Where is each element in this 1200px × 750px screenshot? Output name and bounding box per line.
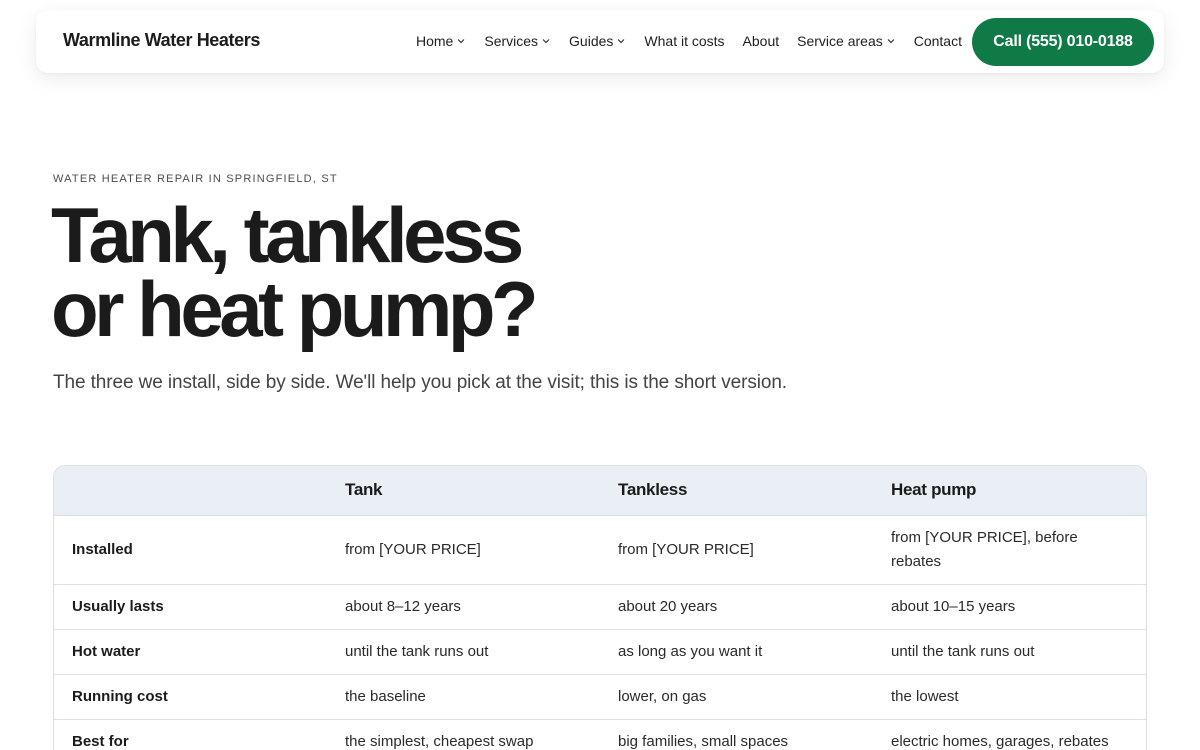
table-cell: electric homes, garages, rebates [873,718,1146,750]
table-cell: from [YOUR PRICE] [600,514,873,584]
hero-subtitle: The three we install, side by side. We'l… [53,372,787,393]
column-header-heat-pump: Heat pump [891,480,977,500]
nav-item-guides[interactable]: Guides [569,33,626,49]
chevron-down-icon [617,39,625,44]
nav-item-what-it-costs[interactable]: What it costs [644,33,724,49]
top-nav: Warmline Water Heaters Home Services Gui… [36,10,1164,73]
comparison-table: Tank Tankless Heat pump Installed from [… [53,465,1147,750]
table-row: Usually lasts about 8–12 years about 20 … [54,583,1146,629]
table-cell: big families, small spaces [600,718,873,750]
chevron-down-icon [887,39,895,44]
table-cell: about 10–15 years [873,583,1146,629]
column-header-empty [54,466,327,515]
table-cell: from [YOUR PRICE] [327,514,600,584]
table-cell: lower, on gas [600,673,873,719]
table-cell: as long as you want it [600,628,873,674]
table-cell: the lowest [873,673,1146,719]
nav-item-label: Home [416,33,454,49]
table-cell: until the tank runs out [327,628,600,674]
nav-item-contact[interactable]: Contact [914,33,962,49]
row-label: Best for [54,718,327,750]
column-header-tankless: Tankless [618,480,688,500]
chevron-down-icon [457,39,465,44]
table-row: Installed from [YOUR PRICE] from [YOUR P… [54,514,1146,584]
nav-item-services[interactable]: Services [484,33,551,49]
table-cell: the simplest, cheapest swap [327,718,600,750]
row-label: Installed [54,514,327,584]
nav-item-service-areas[interactable]: Service areas [797,33,896,49]
table-cell: until the tank runs out [873,628,1146,674]
table-cell: from [YOUR PRICE], before rebates [873,514,1146,584]
brand-logo[interactable]: Warmline Water Heaters [63,30,260,51]
table-row: Running cost the baseline lower, on gas … [54,673,1146,719]
table-cell: the baseline [327,673,600,719]
page-title: Tank, tankless or heat pump? [51,191,539,353]
row-label: Usually lasts [54,583,327,629]
nav-item-label: About [742,33,780,49]
title-line-2: or heat pump? [51,265,539,353]
title-line-1: Tank, tankless [51,191,524,279]
row-label: Hot water [54,628,327,674]
table-cell: about 8–12 years [327,583,600,629]
nav-item-home[interactable]: Home [416,33,466,49]
main-menu: Home Services Guides What it costs About… [416,33,962,49]
nav-item-label: Services [484,33,539,49]
nav-item-label: Guides [569,33,614,49]
nav-item-label: Service areas [797,33,883,49]
hero-eyebrow: WATER HEATER REPAIR IN SPRINGFIELD, ST [53,173,338,185]
nav-item-label: What it costs [644,33,725,49]
nav-item-label: Contact [913,33,962,49]
table-header-row: Tank Tankless Heat pump [54,466,1146,515]
table-row: Best for the simplest, cheapest swap big… [54,718,1146,750]
chevron-down-icon [542,39,550,44]
row-label: Running cost [54,673,327,719]
table-cell: about 20 years [600,583,873,629]
column-header-tank: Tank [345,480,383,500]
call-button[interactable]: Call (555) 010-0188 [972,18,1154,66]
nav-item-about[interactable]: About [743,33,780,49]
table-row: Hot water until the tank runs out as lon… [54,628,1146,674]
